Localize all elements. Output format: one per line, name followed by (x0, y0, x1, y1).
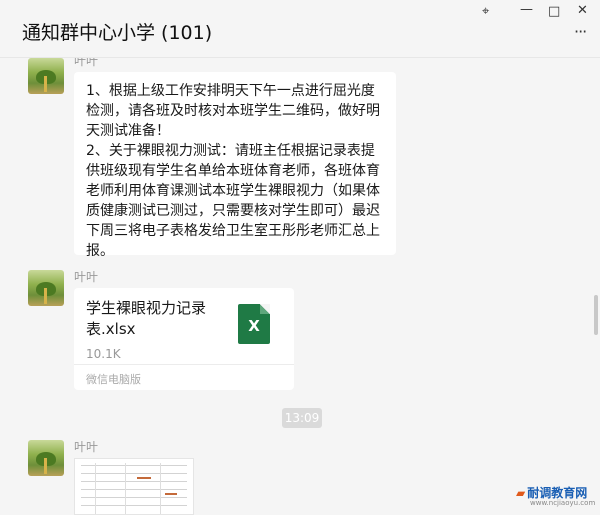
sender-name: 叶叶 (74, 270, 99, 284)
sender-name: 叶叶 (74, 440, 99, 454)
avatar-stem-shape (44, 458, 47, 474)
watermark-url: www.ncjiaoyu.com (530, 499, 596, 507)
watermark-text: 耐调教育网 (527, 486, 588, 500)
table-line (81, 465, 187, 466)
table-line (81, 489, 187, 490)
table-line (95, 463, 96, 514)
watermark: ▰ 耐调教育网 www.ncjiaoyu.com (516, 484, 595, 507)
close-icon[interactable]: ✕ (577, 3, 588, 18)
timestamp: 13:09 (282, 408, 322, 428)
excel-file-icon: X (238, 304, 270, 344)
avatar-stem-shape (44, 288, 47, 304)
avatar[interactable] (28, 58, 64, 94)
pin-icon[interactable]: ⌖ (482, 4, 489, 19)
avatar[interactable] (28, 270, 64, 306)
file-source-label: 微信电脑版 (74, 364, 294, 390)
avatar[interactable] (28, 440, 64, 476)
table-line (81, 481, 187, 482)
table-mark (165, 493, 177, 495)
chat-area[interactable]: 叶叶 1、根据上级工作安排明天下午一点进行屈光度检测，请各班及时核对本班学生二维… (0, 58, 592, 515)
scrollbar[interactable] (594, 295, 598, 335)
sender-name: 叶叶 (74, 58, 99, 68)
excel-icon-fold (260, 304, 270, 314)
table-line (125, 463, 126, 514)
title-bar: 通知群中心小学 (101) ⌖ — □ ✕ ··· (0, 0, 600, 58)
more-options-icon[interactable]: ··· (574, 22, 587, 41)
excel-icon-letter: X (248, 317, 260, 335)
table-line (81, 473, 187, 474)
book-icon: ▰ (516, 486, 526, 500)
image-thumbnail[interactable] (74, 458, 194, 515)
chat-title: 通知群中心小学 (101) (22, 22, 213, 44)
table-mark (137, 477, 151, 479)
table-line (81, 505, 187, 506)
file-name: 学生裸眼视力记录表.xlsx (86, 299, 207, 338)
avatar-stem-shape (44, 76, 47, 92)
file-message-card[interactable]: 学生裸眼视力记录表.xlsx 10.1K X 微信电脑版 (74, 288, 294, 390)
maximize-icon[interactable]: □ (548, 4, 560, 19)
text-message-bubble[interactable]: 1、根据上级工作安排明天下午一点进行屈光度检测，请各班及时核对本班学生二维码，做… (74, 72, 396, 259)
message-text: 1、根据上级工作安排明天下午一点进行屈光度检测，请各班及时核对本班学生二维码，做… (86, 83, 380, 259)
file-size: 10.1K (86, 347, 121, 361)
table-line (160, 463, 161, 514)
minimize-icon[interactable]: — (520, 2, 533, 17)
table-line (81, 497, 187, 498)
